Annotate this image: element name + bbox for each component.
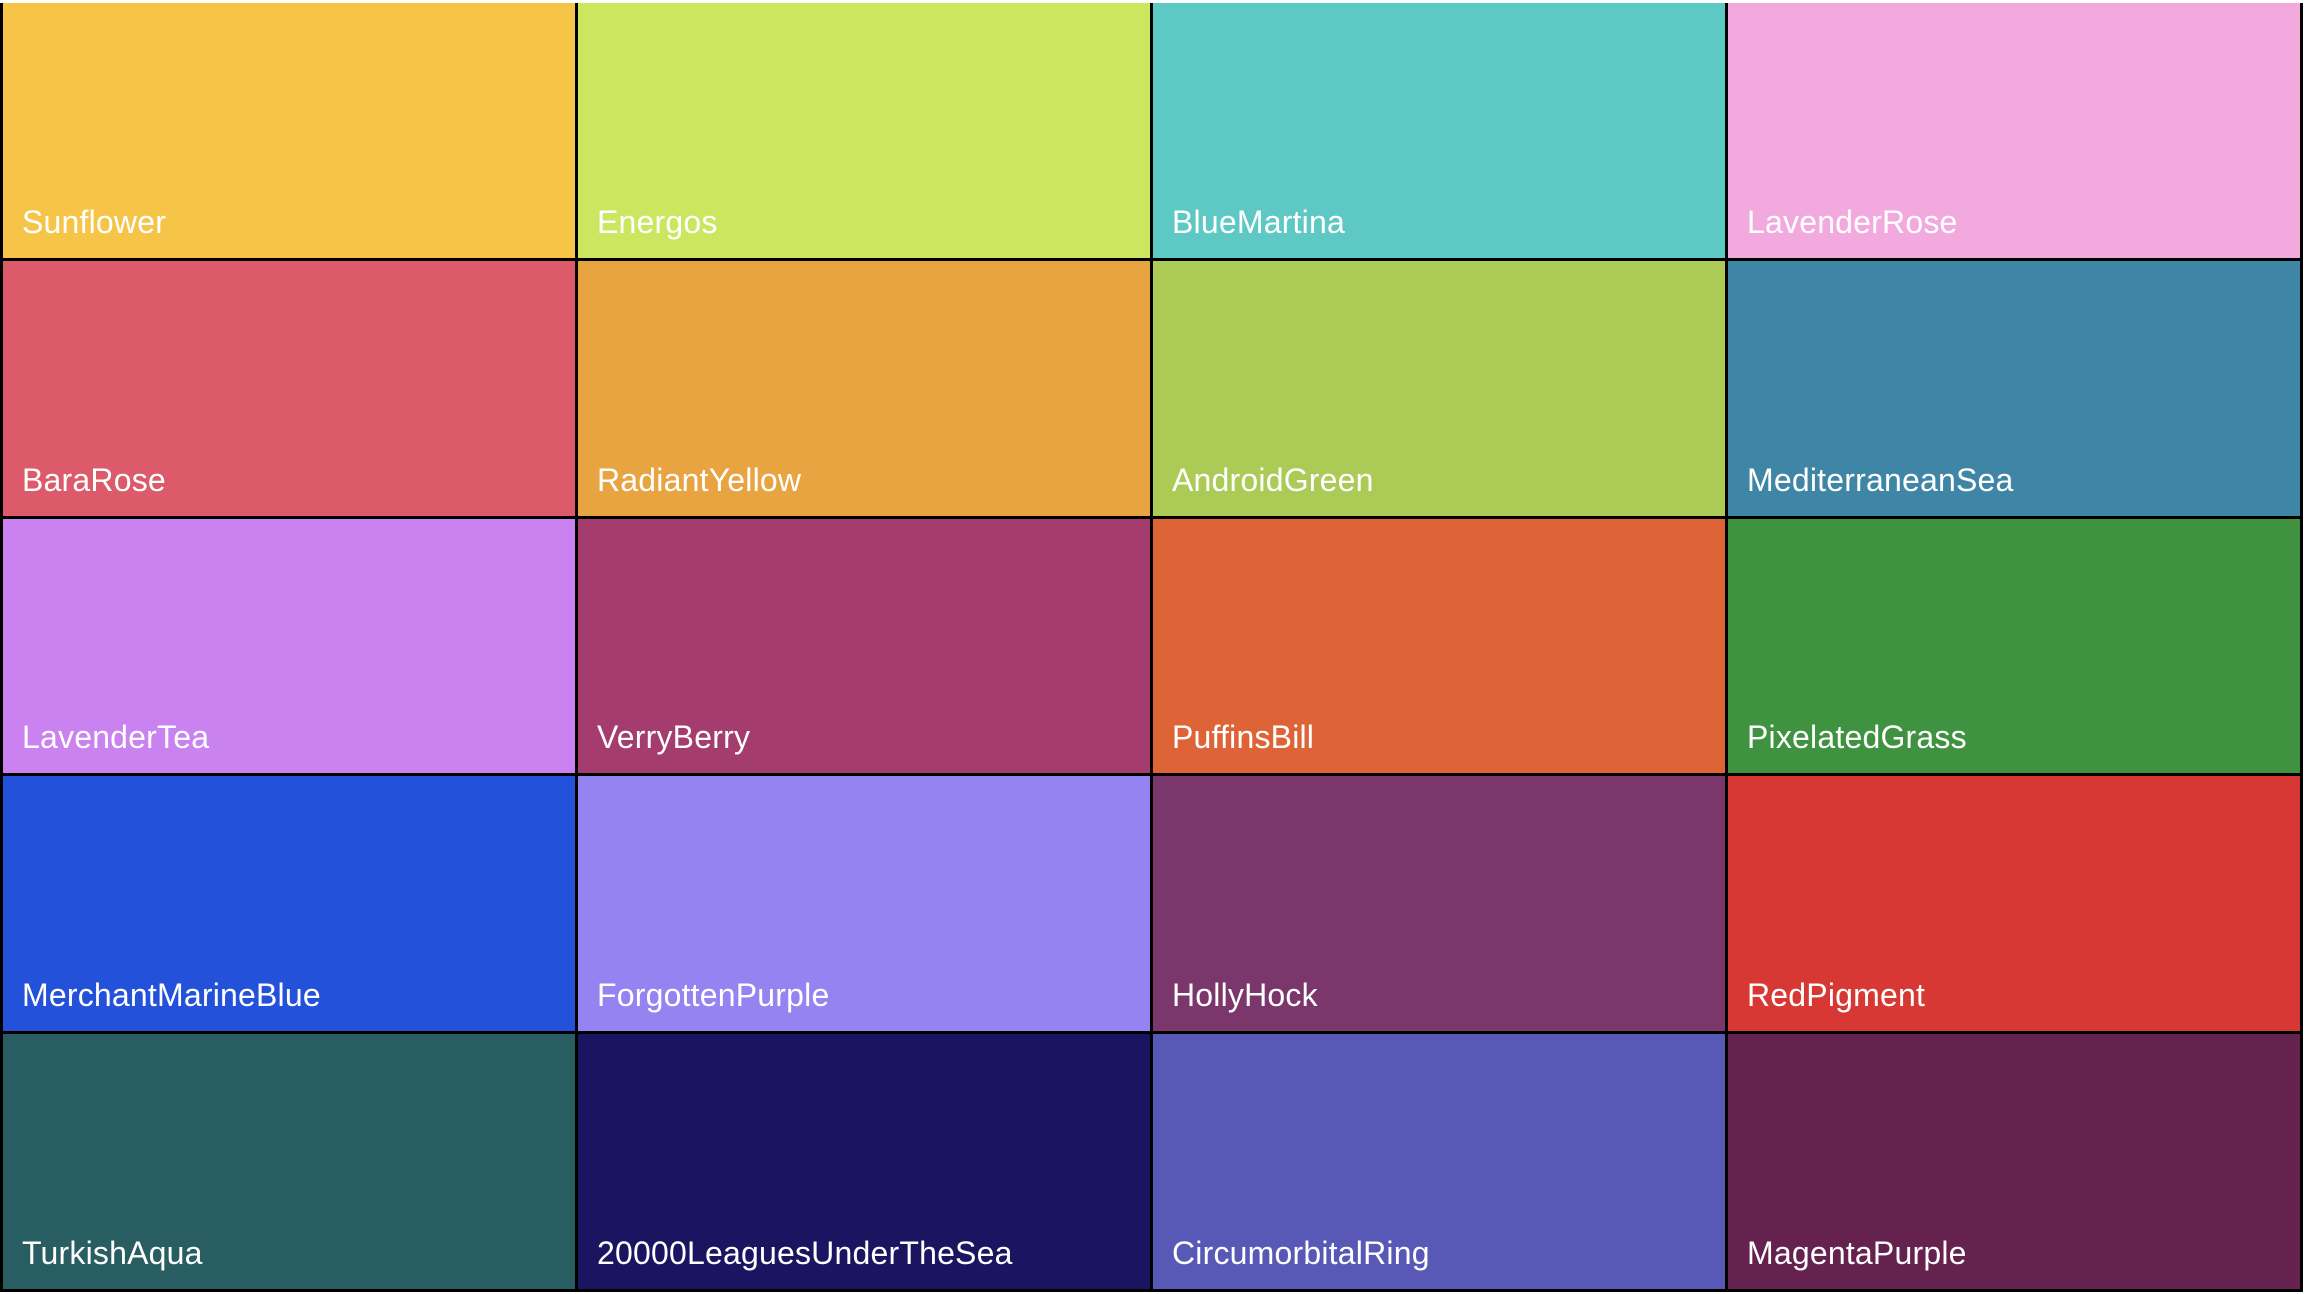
swatch-label: VerryBerry bbox=[597, 719, 751, 756]
swatch-hollyhock[interactable]: HollyHock bbox=[1153, 776, 1725, 1032]
swatch-grid: Sunflower Energos BlueMartina LavenderRo… bbox=[0, 3, 2303, 1292]
swatch-label: MediterraneanSea bbox=[1747, 461, 2014, 498]
swatch-label: HollyHock bbox=[1172, 977, 1318, 1014]
swatch-mediterraneansea[interactable]: MediterraneanSea bbox=[1728, 260, 2300, 516]
swatch-bluemartina[interactable]: BlueMartina bbox=[1153, 3, 1725, 258]
swatch-label: MagentaPurple bbox=[1747, 1235, 1967, 1271]
swatch-androidgreen[interactable]: AndroidGreen bbox=[1153, 260, 1725, 516]
swatch-redpigment[interactable]: RedPigment bbox=[1728, 776, 2300, 1032]
swatch-circumorbitalring[interactable]: CircumorbitalRing bbox=[1153, 1034, 1725, 1289]
swatch-magentapurple[interactable]: MagentaPurple bbox=[1728, 1034, 2300, 1289]
swatch-label: AndroidGreen bbox=[1172, 461, 1374, 498]
swatch-lavendertea[interactable]: LavenderTea bbox=[3, 518, 575, 774]
swatch-label: TurkishAqua bbox=[22, 1235, 203, 1271]
swatch-label: PuffinsBill bbox=[1172, 719, 1315, 756]
swatch-bararose[interactable]: BaraRose bbox=[3, 260, 575, 516]
swatch-label: ForgottenPurple bbox=[597, 977, 830, 1014]
swatch-puffinsbill[interactable]: PuffinsBill bbox=[1153, 518, 1725, 774]
swatch-label: Energos bbox=[597, 203, 718, 240]
swatch-verryberry[interactable]: VerryBerry bbox=[578, 518, 1150, 774]
swatch-label: BlueMartina bbox=[1172, 203, 1345, 240]
swatch-label: RadiantYellow bbox=[597, 461, 802, 498]
swatch-turkishaqua[interactable]: TurkishAqua bbox=[3, 1034, 575, 1289]
swatch-radiantyellow[interactable]: RadiantYellow bbox=[578, 260, 1150, 516]
swatch-label: LavenderRose bbox=[1747, 203, 1958, 240]
swatch-label: MerchantMarineBlue bbox=[22, 977, 321, 1014]
swatch-20000leaguesunderthesea[interactable]: 20000LeaguesUnderTheSea bbox=[578, 1034, 1150, 1289]
swatch-label: 20000LeaguesUnderTheSea bbox=[597, 1235, 1013, 1271]
swatch-lavenderrose[interactable]: LavenderRose bbox=[1728, 3, 2300, 258]
swatch-sunflower[interactable]: Sunflower bbox=[3, 3, 575, 258]
swatch-label: CircumorbitalRing bbox=[1172, 1235, 1430, 1271]
swatch-label: PixelatedGrass bbox=[1747, 719, 1967, 756]
swatch-label: Sunflower bbox=[22, 203, 167, 240]
swatch-merchantmarineblue[interactable]: MerchantMarineBlue bbox=[3, 776, 575, 1032]
swatch-label: LavenderTea bbox=[22, 719, 210, 756]
swatch-pixelatedgrass[interactable]: PixelatedGrass bbox=[1728, 518, 2300, 774]
color-palette-grid: Sunflower Energos BlueMartina LavenderRo… bbox=[0, 0, 2306, 1294]
swatch-energos[interactable]: Energos bbox=[578, 3, 1150, 258]
swatch-forgottenpurple[interactable]: ForgottenPurple bbox=[578, 776, 1150, 1032]
swatch-label: RedPigment bbox=[1747, 977, 1926, 1014]
swatch-label: BaraRose bbox=[22, 461, 166, 498]
